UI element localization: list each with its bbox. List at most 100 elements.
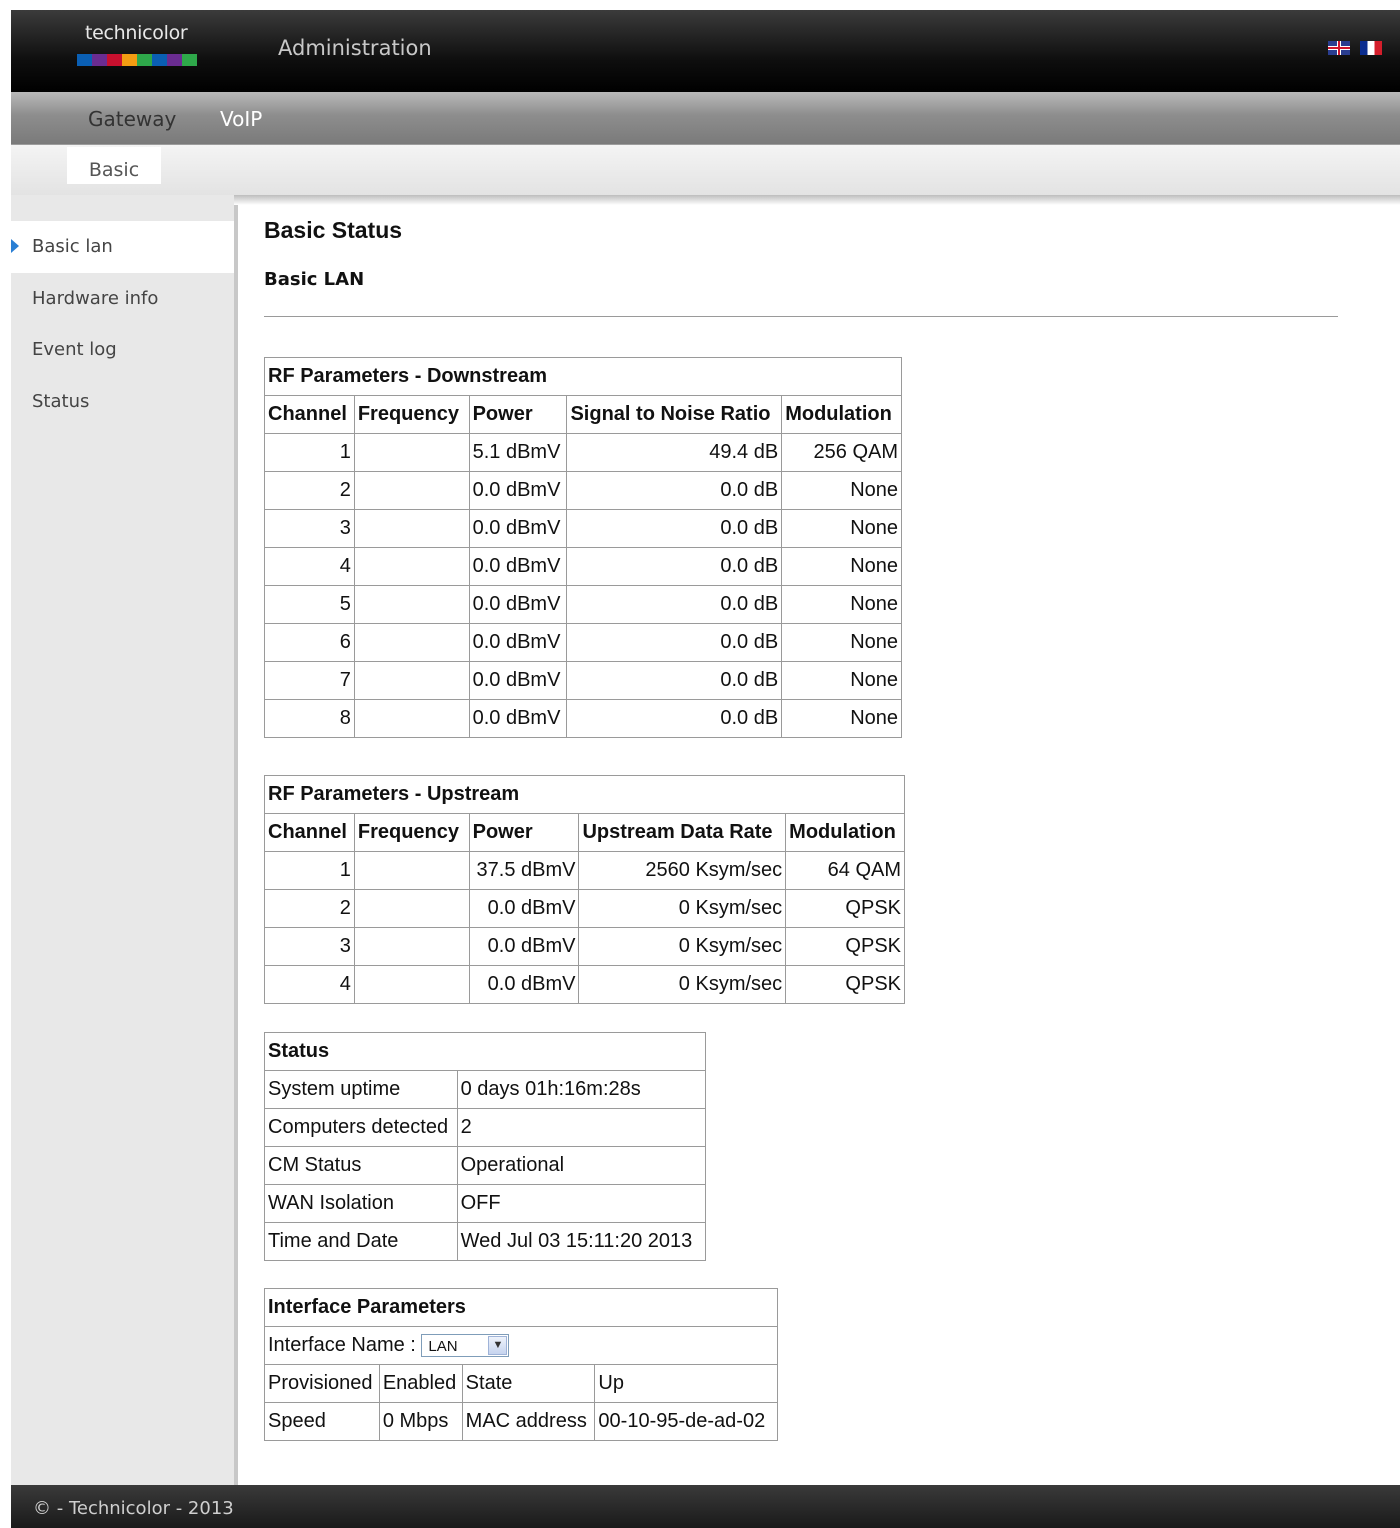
- table-cell: 3: [264, 509, 355, 548]
- table-cell: None: [781, 471, 902, 510]
- table-row: 4 0.0 dBmV 0 Ksym/sec QPSK: [264, 965, 905, 1004]
- table-cell: 0 Mbps: [378, 1402, 463, 1441]
- table-cell: Up: [594, 1364, 778, 1403]
- table-cell: 37.5 dBmV: [468, 851, 580, 890]
- copyright-text: © - Technicolor - 2013: [33, 1498, 234, 1519]
- table-cell: 0 Ksym/sec: [578, 889, 787, 928]
- logo-bar-segment: [152, 54, 167, 66]
- table-cell: Wed Jul 03 15:11:20 2013: [456, 1222, 707, 1261]
- table-cell: 0 Ksym/sec: [578, 927, 787, 966]
- table-row: 7 0.0 dBmV 0.0 dB None: [264, 661, 902, 700]
- technicolor-logo[interactable]: technicolor: [77, 20, 207, 72]
- sidebar-item-status[interactable]: Status: [11, 376, 234, 428]
- page-subtitle: Basic LAN: [264, 269, 365, 290]
- chevron-down-icon[interactable]: ▼: [488, 1336, 508, 1356]
- table-cell: 0.0 dBmV: [468, 889, 580, 928]
- table-cell: 3: [264, 927, 355, 966]
- table-cell: 0 days 01h:16m:28s: [456, 1070, 707, 1109]
- table-cell: 0.0 dB: [566, 547, 783, 586]
- table-cell: 0.0 dBmV: [468, 623, 568, 662]
- uk-flag-icon[interactable]: [1328, 41, 1350, 55]
- table-cell: Speed: [264, 1402, 380, 1441]
- interface-name-cell: Interface Name : LAN ▼: [264, 1326, 778, 1365]
- table-cell: 0.0 dB: [566, 585, 783, 624]
- table-cell: MAC address: [461, 1402, 596, 1441]
- table-row: 5 0.0 dBmV 0.0 dB None: [264, 585, 902, 624]
- france-flag-icon[interactable]: [1360, 41, 1382, 55]
- table-cell: Enabled: [378, 1364, 463, 1403]
- table-cell: [353, 509, 470, 548]
- table-cell: [353, 471, 470, 510]
- nav-shadow: [234, 195, 1400, 205]
- sidebar-item-label: Hardware info: [32, 288, 159, 309]
- column-header: Modulation: [781, 395, 902, 434]
- table-cell: 1: [264, 433, 355, 472]
- sidebar-item-hardware-info[interactable]: Hardware info: [11, 273, 234, 325]
- downstream-title: RF Parameters - Downstream: [264, 357, 902, 396]
- table-cell: 0.0 dBmV: [468, 471, 568, 510]
- table-cell: QPSK: [785, 965, 905, 1004]
- logo-bar-segment: [167, 54, 182, 66]
- table-cell: 5: [264, 585, 355, 624]
- sidebar-item-basic-lan[interactable]: Basic lan: [11, 221, 234, 273]
- table-row: 3 0.0 dBmV 0 Ksym/sec QPSK: [264, 927, 905, 966]
- page-title: Basic Status: [264, 217, 403, 243]
- interface-title: Interface Parameters: [264, 1288, 778, 1327]
- table-cell: Time and Date: [264, 1222, 458, 1261]
- sidebar-item-event-log[interactable]: Event log: [11, 324, 234, 376]
- table-cell: 0.0 dBmV: [468, 661, 568, 700]
- table-cell: 2: [264, 889, 355, 928]
- table-cell: 7: [264, 661, 355, 700]
- interface-name-select[interactable]: LAN ▼: [421, 1334, 510, 1358]
- table-cell: 0.0 dBmV: [468, 547, 568, 586]
- table-cell: WAN Isolation: [264, 1184, 458, 1223]
- table-row: 2 0.0 dBmV 0.0 dB None: [264, 471, 902, 510]
- sub-nav: Basic: [11, 145, 1400, 195]
- tab-basic[interactable]: Basic: [67, 147, 161, 184]
- table-cell: OFF: [456, 1184, 707, 1223]
- table-cell: [353, 699, 470, 738]
- status-rows: System uptime 0 days 01h:16m:28s Computers…: [264, 1070, 707, 1261]
- column-header: Power: [468, 395, 568, 434]
- table-cell: CM Status: [264, 1146, 458, 1185]
- table-cell: [353, 851, 470, 890]
- table-cell: Provisioned: [264, 1364, 380, 1403]
- table-row: Speed 0 Mbps MAC address 00-10-95-de-ad-…: [264, 1402, 778, 1441]
- table-row: Computers detected 2: [264, 1108, 707, 1147]
- table-cell: 5.1 dBmV: [468, 433, 568, 472]
- sidebar: Basic lan Hardware info Event log Status: [11, 195, 238, 1485]
- table-cell: QPSK: [785, 889, 905, 928]
- language-selector: [1328, 41, 1382, 55]
- table-cell: QPSK: [785, 927, 905, 966]
- status-title: Status: [264, 1032, 706, 1071]
- logo-bar-segment: [182, 54, 197, 66]
- table-cell: 0.0 dB: [566, 509, 783, 548]
- table-header-row: Channel Frequency Power Upstream Data Ra…: [264, 813, 905, 852]
- table-cell: 1: [264, 851, 355, 890]
- table-cell: [353, 927, 470, 966]
- column-header: Frequency: [353, 813, 470, 852]
- app-frame: technicolor Administration Gateway VoIP …: [11, 10, 1400, 1528]
- table-cell: 0.0 dB: [566, 471, 783, 510]
- nav-item-gateway[interactable]: Gateway: [88, 107, 176, 131]
- table-cell: 4: [264, 965, 355, 1004]
- nav-item-voip[interactable]: VoIP: [220, 107, 262, 131]
- table-cell: None: [781, 623, 902, 662]
- table-row: Interface Name : LAN ▼: [264, 1326, 778, 1365]
- table-cell: System uptime: [264, 1070, 458, 1109]
- table-cell: [353, 889, 470, 928]
- table-cell: [353, 661, 470, 700]
- table-cell: Computers detected: [264, 1108, 458, 1147]
- table-row: 1 5.1 dBmV 49.4 dB 256 QAM: [264, 433, 902, 472]
- column-header: Signal to Noise Ratio: [566, 395, 783, 434]
- table-cell: None: [781, 661, 902, 700]
- sidebar-item-label: Basic lan: [32, 236, 113, 257]
- table-cell: [353, 433, 470, 472]
- table-cell: 2: [456, 1108, 707, 1147]
- table-cell: 49.4 dB: [566, 433, 783, 472]
- column-header: Power: [468, 813, 580, 852]
- downstream-rows: 1 5.1 dBmV 49.4 dB 256 QAM 2 0.0 dBmV 0.0 dB No…: [264, 433, 902, 738]
- table-cell: 2560 Ksym/sec: [578, 851, 787, 890]
- downstream-table: RF Parameters - Downstream Channel Frequ…: [264, 357, 902, 738]
- table-cell: 8: [264, 699, 355, 738]
